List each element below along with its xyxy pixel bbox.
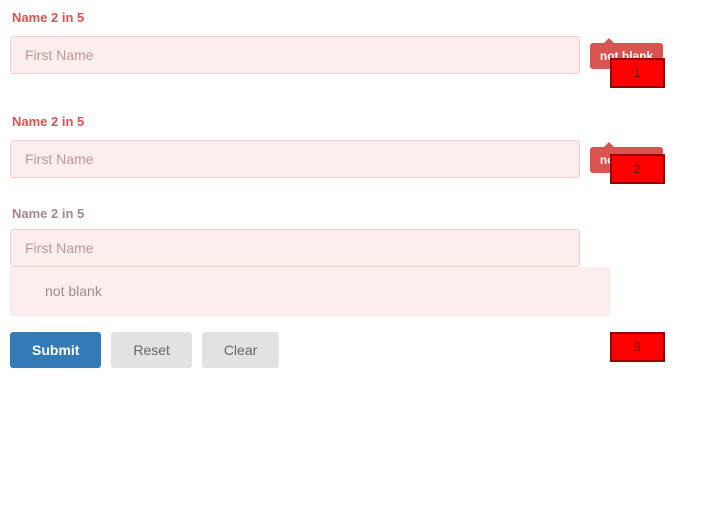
reset-button[interactable]: Reset	[111, 332, 192, 368]
annotation-marker: 1	[610, 58, 665, 88]
first-name-input[interactable]	[10, 140, 580, 178]
annotation-marker: 2	[610, 154, 665, 184]
field-label: Name 2 in 5	[10, 206, 694, 221]
field-label: Name 2 in 5	[10, 10, 694, 25]
validation-message: not blank	[10, 267, 610, 316]
form-group-2: Name 2 in 5 not blank 2	[10, 114, 694, 178]
button-row: Submit Reset Clear 3	[10, 332, 694, 368]
form-group-1: Name 2 in 5 not blank 1	[10, 10, 694, 74]
submit-button[interactable]: Submit	[10, 332, 101, 368]
clear-button[interactable]: Clear	[202, 332, 279, 368]
field-label: Name 2 in 5	[10, 114, 694, 129]
first-name-input[interactable]	[10, 36, 580, 74]
form-group-3: Name 2 in 5 not blank	[10, 206, 694, 316]
annotation-marker: 3	[610, 332, 665, 362]
first-name-input[interactable]	[10, 229, 580, 267]
